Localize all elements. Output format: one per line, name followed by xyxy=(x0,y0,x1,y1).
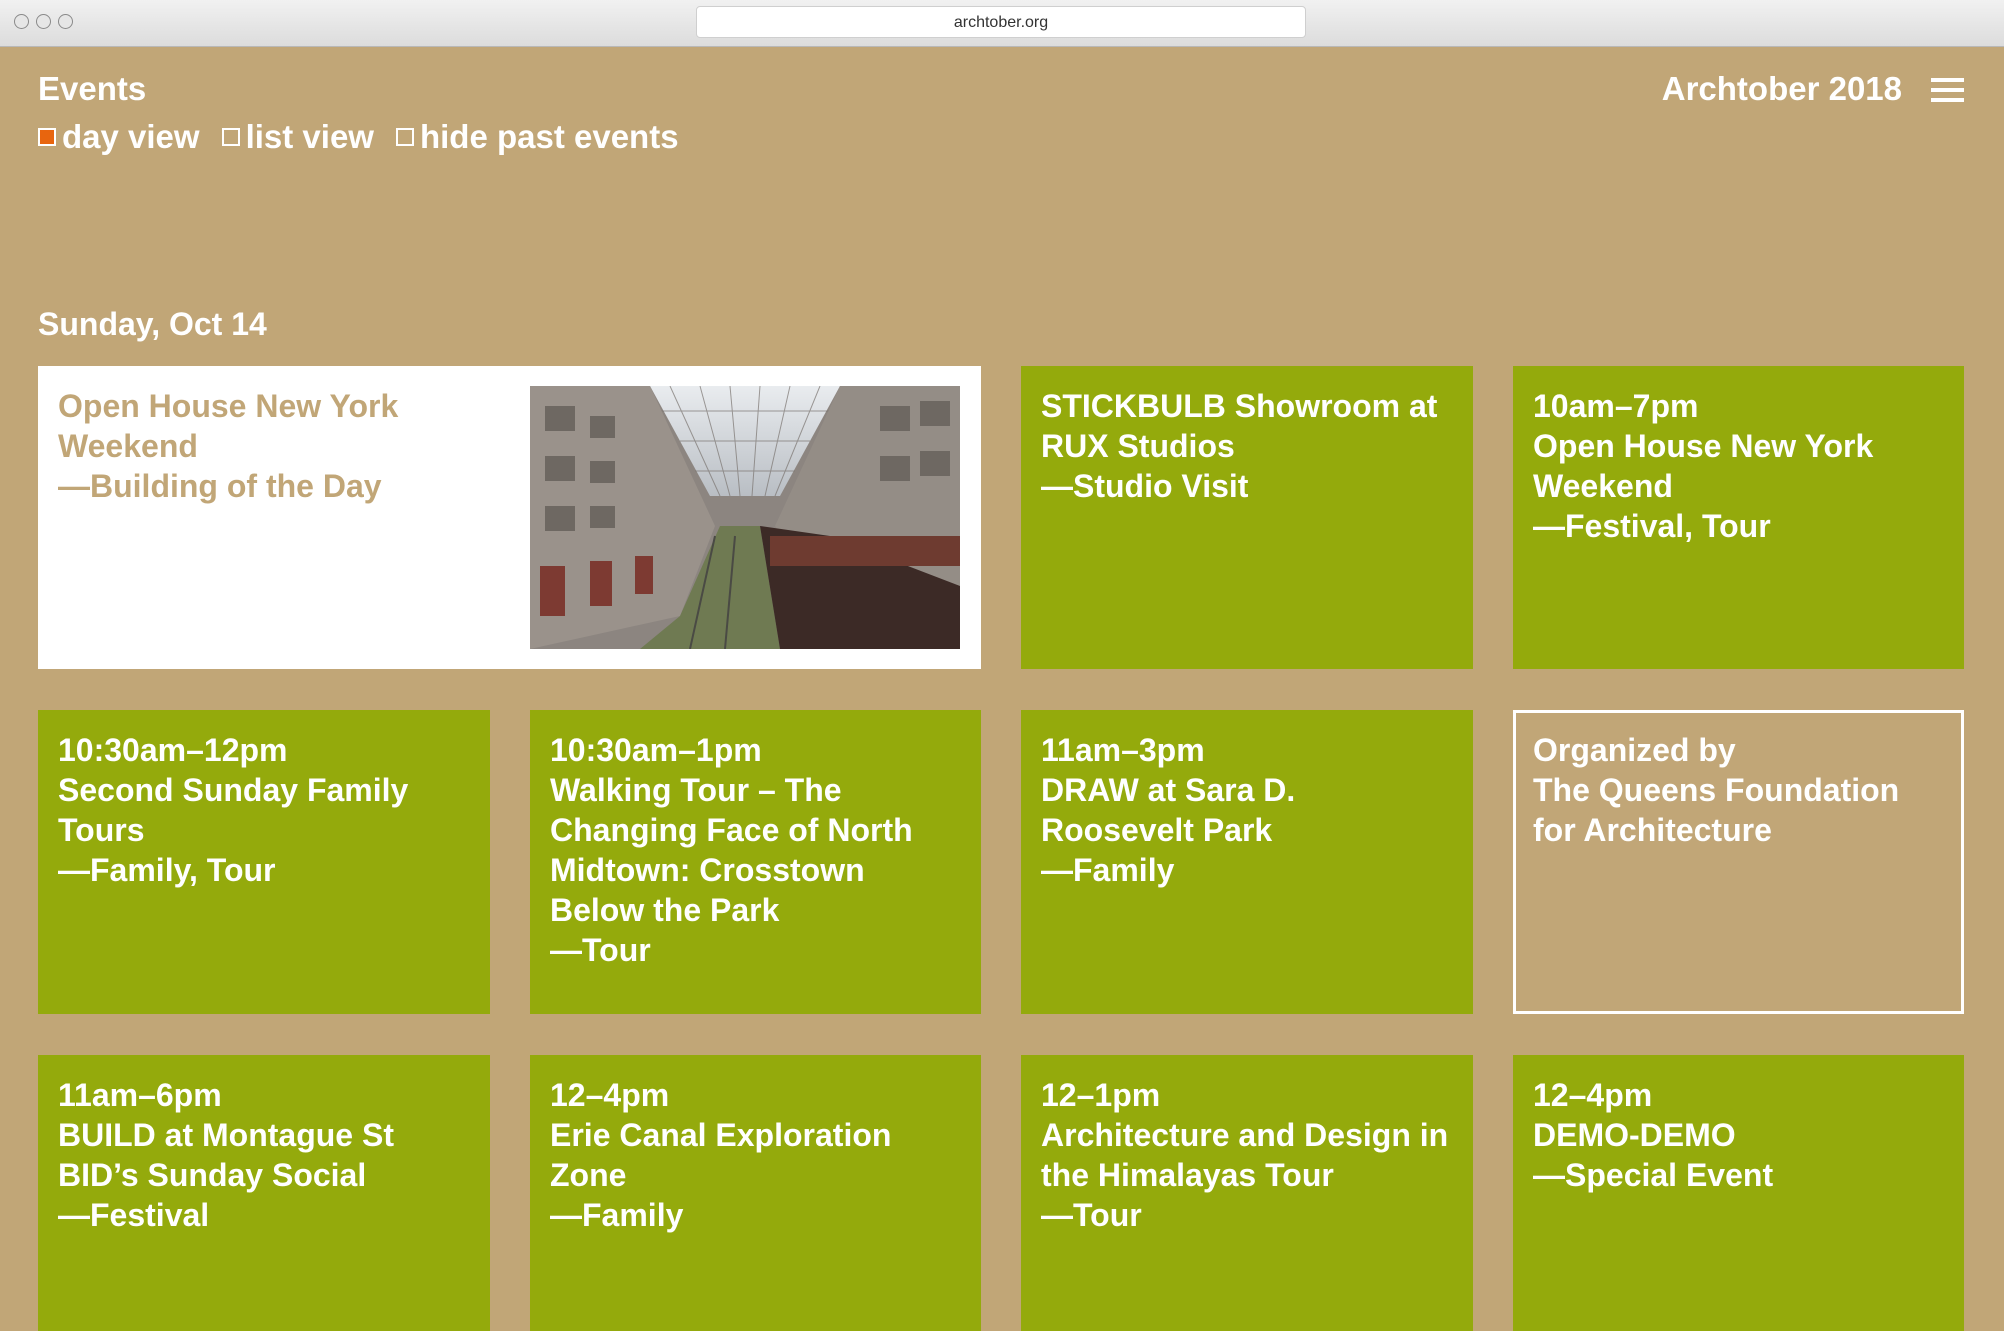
minimize-window-button[interactable] xyxy=(36,14,51,29)
event-title: STICKBULB Showroom at xyxy=(1041,388,1438,424)
organizer-name: for Architecture xyxy=(1533,812,1772,848)
event-category: —Festival xyxy=(58,1197,210,1233)
event-category: —Family, Tour xyxy=(58,852,276,888)
event-title: Zone xyxy=(550,1157,627,1193)
organizer-name: The Queens Foundation xyxy=(1533,772,1900,808)
filter-label: hide past events xyxy=(419,118,679,155)
organizer-card[interactable]: Organized by The Queens Foundation for A… xyxy=(1513,710,1964,1014)
close-window-button[interactable] xyxy=(14,14,29,29)
event-card[interactable]: 10:30am–1pm Walking Tour – The Changing … xyxy=(530,710,981,1014)
browser-chrome: archtober.org xyxy=(0,0,2004,47)
filter-label: day view xyxy=(62,118,200,155)
event-category: —Tour xyxy=(1041,1197,1142,1233)
event-title: Open House New York xyxy=(1533,428,1874,464)
filter-label: list view xyxy=(245,118,374,155)
view-filters: day view list view hide past events xyxy=(38,118,679,156)
day-heading: Sunday, Oct 14 xyxy=(38,306,267,342)
event-time: 12–4pm xyxy=(550,1077,670,1113)
event-card[interactable]: 12–4pm Erie Canal Exploration Zone —Fami… xyxy=(530,1055,981,1331)
event-category: —Special Event xyxy=(1533,1157,1774,1193)
event-time: 10:30am–12pm xyxy=(58,732,288,768)
page-title: Events xyxy=(38,70,147,107)
site-brand-link[interactable]: Archtober 2018 xyxy=(1662,70,1902,108)
event-category: —Family xyxy=(550,1197,684,1233)
event-time: 12–1pm xyxy=(1041,1077,1161,1113)
filter-hide-past-events[interactable]: hide past events xyxy=(395,118,679,156)
event-time: 11am–6pm xyxy=(58,1077,222,1113)
event-time: 11am–3pm xyxy=(1041,732,1205,768)
event-category: —Festival, Tour xyxy=(1533,508,1771,544)
event-title: Roosevelt Park xyxy=(1041,812,1273,848)
event-title: Erie Canal Exploration xyxy=(550,1117,892,1153)
address-bar[interactable]: archtober.org xyxy=(696,6,1306,38)
event-card[interactable]: 10am–7pm Open House New York Weekend —Fe… xyxy=(1513,366,1964,669)
filter-list-view[interactable]: list view xyxy=(221,118,374,156)
event-card[interactable]: 12–1pm Architecture and Design in the Hi… xyxy=(1021,1055,1473,1331)
event-title: the Himalayas Tour xyxy=(1041,1157,1334,1193)
maximize-window-button[interactable] xyxy=(58,14,73,29)
menu-icon[interactable] xyxy=(1931,78,1964,103)
checkbox-day-view[interactable] xyxy=(38,128,56,146)
event-title: BID’s Sunday Social xyxy=(58,1157,367,1193)
event-category: —Family xyxy=(1041,852,1175,888)
event-card[interactable]: 12–4pm DEMO-DEMO —Special Event xyxy=(1513,1055,1964,1331)
event-title: Tours xyxy=(58,812,145,848)
organizer-label: Organized by xyxy=(1533,732,1736,768)
event-category: —Tour xyxy=(550,932,651,968)
event-title: BUILD at Montague St xyxy=(58,1117,394,1153)
event-time: 10am–7pm xyxy=(1533,388,1699,424)
filter-day-view[interactable]: day view xyxy=(38,118,200,156)
event-title: RUX Studios xyxy=(1041,428,1235,464)
event-category: —Studio Visit xyxy=(1041,468,1249,504)
event-title: Architecture and Design in xyxy=(1041,1117,1449,1153)
event-title: Midtown: Crosstown xyxy=(550,852,865,888)
event-card[interactable]: 10:30am–12pm Second Sunday Family Tours … xyxy=(38,710,490,1014)
featured-event-photo[interactable] xyxy=(530,386,960,649)
event-title: Changing Face of North xyxy=(550,812,913,848)
checkbox-list-view[interactable] xyxy=(221,128,240,146)
event-title: Weekend xyxy=(1533,468,1673,504)
event-title: Second Sunday Family xyxy=(58,772,409,808)
event-title: Below the Park xyxy=(550,892,780,928)
event-card[interactable]: STICKBULB Showroom at RUX Studios —Studi… xyxy=(1021,366,1473,669)
event-card[interactable]: 11am–6pm BUILD at Montague St BID’s Sund… xyxy=(38,1055,490,1331)
event-time: 10:30am–1pm xyxy=(550,732,762,768)
event-card[interactable]: 11am–3pm DRAW at Sara D. Roosevelt Park … xyxy=(1021,710,1473,1014)
event-time: 12–4pm xyxy=(1533,1077,1653,1113)
event-title: Walking Tour – The xyxy=(550,772,842,808)
checkbox-hide-past-events[interactable] xyxy=(395,128,414,146)
event-title: DEMO-DEMO xyxy=(1533,1117,1736,1153)
event-title: DRAW at Sara D. xyxy=(1041,772,1296,808)
